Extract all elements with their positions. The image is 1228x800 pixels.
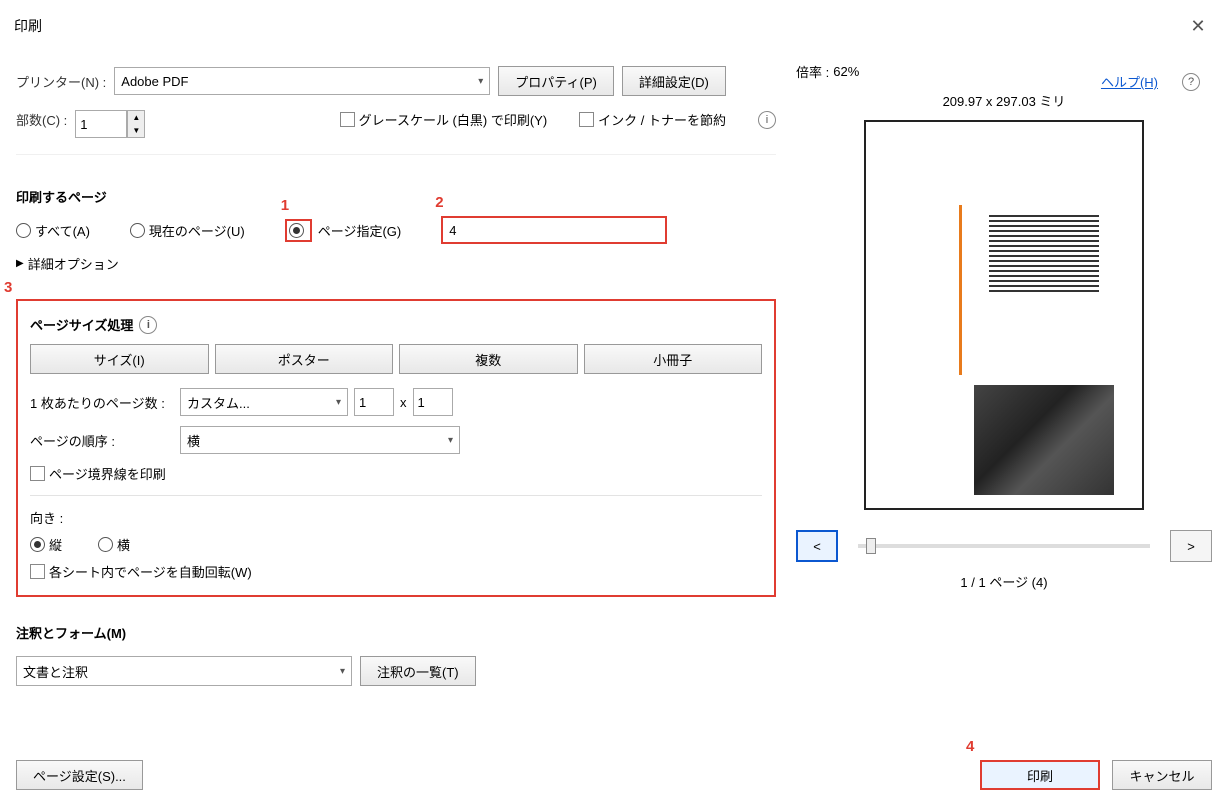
multiple-button[interactable]: 複数 (399, 344, 578, 374)
save-ink-label: インク / トナーを節約 (598, 110, 726, 129)
radio-range-label: ページ指定(G) (318, 221, 402, 240)
cancel-button[interactable]: キャンセル (1112, 760, 1212, 790)
triangle-right-icon: ▶ (16, 258, 24, 269)
page-border-label: ページ境界線を印刷 (49, 464, 166, 483)
pages-heading: 印刷するページ (16, 187, 776, 206)
scale-value: 62% (833, 64, 859, 79)
x-separator: x (400, 395, 407, 410)
annotation-3: 3 (4, 279, 12, 296)
poster-button[interactable]: ポスター (215, 344, 394, 374)
chevron-down-icon: ▾ (340, 666, 345, 677)
per-sheet-label: 1 枚あたりのページ数 : (30, 393, 180, 412)
scale-label: 倍率 : (796, 62, 829, 81)
printer-value: Adobe PDF (121, 74, 188, 89)
grayscale-checkbox[interactable]: グレースケール (白黒) で印刷(Y) (340, 110, 548, 129)
preview-pane (864, 120, 1144, 510)
landscape-label: 横 (117, 535, 130, 554)
chevron-down-icon: ▾ (336, 397, 341, 408)
radio-landscape[interactable]: 横 (98, 535, 130, 554)
save-ink-checkbox[interactable]: インク / トナーを節約 (579, 110, 726, 129)
annotation-1: 1 (281, 197, 289, 214)
page-border-checkbox[interactable]: ページ境界線を印刷 (30, 464, 762, 483)
sizing-heading: ページサイズ処理 (30, 315, 133, 334)
prev-page-button[interactable]: < (796, 530, 838, 562)
close-button[interactable]: ✕ (1182, 10, 1214, 42)
help-info-icon[interactable]: ? (1182, 73, 1200, 91)
pages-y-input[interactable] (413, 388, 453, 416)
radio-current[interactable]: 現在のページ(U) (130, 221, 245, 240)
dialog-title: 印刷 (14, 16, 42, 36)
comments-value: 文書と注釈 (23, 662, 88, 681)
booklet-button[interactable]: 小冊子 (584, 344, 763, 374)
properties-button[interactable]: プロパティ(P) (498, 66, 614, 96)
portrait-label: 縦 (49, 535, 62, 554)
per-sheet-value: カスタム... (187, 393, 250, 412)
page-range-input[interactable] (441, 216, 667, 244)
printer-label: プリンター(N) : (16, 72, 106, 91)
advanced-settings-button[interactable]: 詳細設定(D) (622, 66, 726, 96)
radio-current-label: 現在のページ(U) (149, 221, 245, 240)
orientation-label: 向き : (30, 508, 762, 527)
copies-spinner[interactable]: ▲ ▼ (127, 110, 145, 138)
more-options-toggle[interactable]: ▶ 詳細オプション (16, 254, 776, 273)
auto-rotate-checkbox[interactable]: 各シート内でページを自動回転(W) (30, 562, 762, 581)
more-options-label: 詳細オプション (28, 254, 119, 273)
next-page-button[interactable]: > (1170, 530, 1212, 562)
comments-list-button[interactable]: 注釈の一覧(T) (360, 656, 476, 686)
page-order-dropdown[interactable]: 横 ▾ (180, 426, 460, 454)
radio-portrait[interactable]: 縦 (30, 535, 62, 554)
size-button[interactable]: サイズ(I) (30, 344, 209, 374)
page-counter: 1 / 1 ページ (4) (796, 572, 1212, 591)
page-order-value: 横 (187, 431, 200, 450)
print-button[interactable]: 印刷 (980, 760, 1100, 790)
spin-up-icon[interactable]: ▲ (128, 111, 144, 124)
chevron-down-icon: ▾ (448, 435, 453, 446)
pages-x-input[interactable] (354, 388, 394, 416)
copies-label: 部数(C) : (16, 110, 67, 129)
sizing-info-icon[interactable]: i (139, 316, 157, 334)
grayscale-label: グレースケール (白黒) で印刷(Y) (359, 110, 548, 129)
chevron-down-icon: ▾ (478, 76, 483, 87)
auto-rotate-label: 各シート内でページを自動回転(W) (49, 562, 252, 581)
radio-all[interactable]: すべて(A) (16, 221, 90, 240)
ink-info-icon[interactable]: i (758, 111, 776, 129)
preview-dimensions: 209.97 x 297.03 ミリ (796, 91, 1212, 110)
page-setup-button[interactable]: ページ設定(S)... (16, 760, 143, 790)
comments-heading: 注釈とフォーム(M) (16, 623, 764, 642)
per-sheet-dropdown[interactable]: カスタム... ▾ (180, 388, 348, 416)
preview-image-placeholder (974, 385, 1114, 495)
printer-dropdown[interactable]: Adobe PDF ▾ (114, 67, 490, 95)
copies-input[interactable] (75, 110, 127, 138)
page-slider[interactable] (858, 544, 1150, 548)
help-link[interactable]: ヘルプ(H) (1101, 72, 1158, 91)
comments-dropdown[interactable]: 文書と注釈 ▾ (16, 656, 352, 686)
annotation-4: 4 (966, 738, 974, 755)
spin-down-icon[interactable]: ▼ (128, 124, 144, 137)
radio-range[interactable] (285, 219, 312, 242)
annotation-2: 2 (435, 194, 443, 211)
page-order-label: ページの順序 : (30, 431, 180, 450)
radio-all-label: すべて(A) (35, 221, 90, 240)
